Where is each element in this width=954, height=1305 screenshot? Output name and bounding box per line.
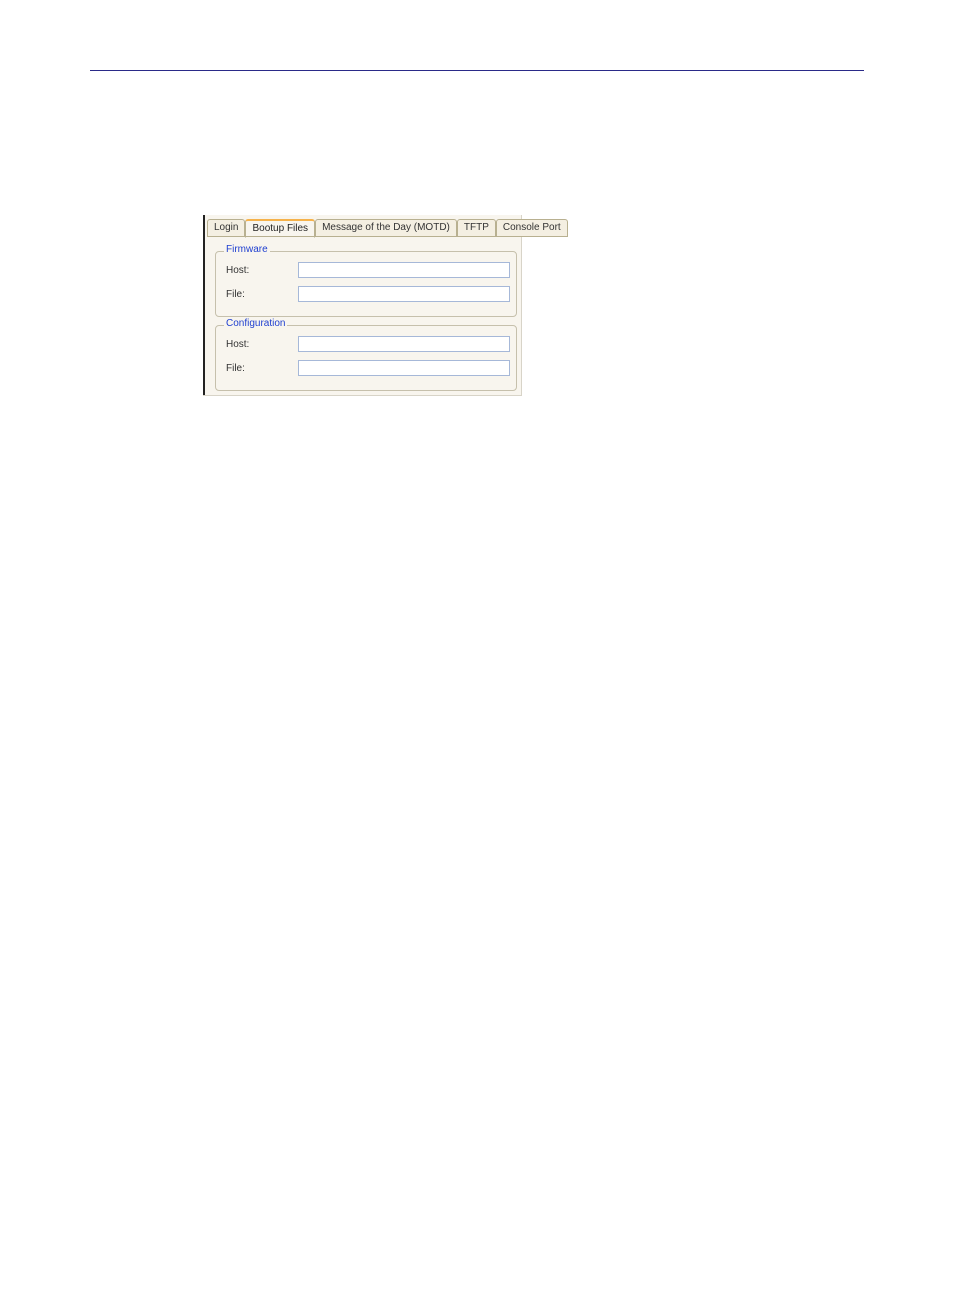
firmware-host-row: Host:	[226, 262, 510, 278]
firmware-file-input[interactable]	[298, 286, 510, 302]
firmware-fieldset: Firmware Host: File:	[215, 251, 517, 317]
firmware-file-label: File:	[226, 289, 298, 300]
tab-underline	[207, 236, 519, 237]
configuration-file-input[interactable]	[298, 360, 510, 376]
configuration-fieldset: Configuration Host: File:	[215, 325, 517, 391]
tab-login[interactable]: Login	[207, 219, 245, 237]
page-top-rule	[90, 70, 864, 71]
tab-motd[interactable]: Message of the Day (MOTD)	[315, 219, 457, 237]
tab-strip: Login Bootup Files Message of the Day (M…	[207, 217, 519, 237]
firmware-host-label: Host:	[226, 265, 298, 276]
configuration-legend: Configuration	[224, 318, 287, 329]
configuration-file-label: File:	[226, 363, 298, 374]
settings-panel: Login Bootup Files Message of the Day (M…	[203, 215, 522, 396]
panel-left-border	[203, 215, 205, 395]
configuration-host-label: Host:	[226, 339, 298, 350]
firmware-legend: Firmware	[224, 244, 270, 255]
firmware-host-input[interactable]	[298, 262, 510, 278]
configuration-host-row: Host:	[226, 336, 510, 352]
firmware-file-row: File:	[226, 286, 510, 302]
tab-console-port[interactable]: Console Port	[496, 219, 568, 237]
configuration-file-row: File:	[226, 360, 510, 376]
tab-tftp[interactable]: TFTP	[457, 219, 496, 237]
configuration-host-input[interactable]	[298, 336, 510, 352]
